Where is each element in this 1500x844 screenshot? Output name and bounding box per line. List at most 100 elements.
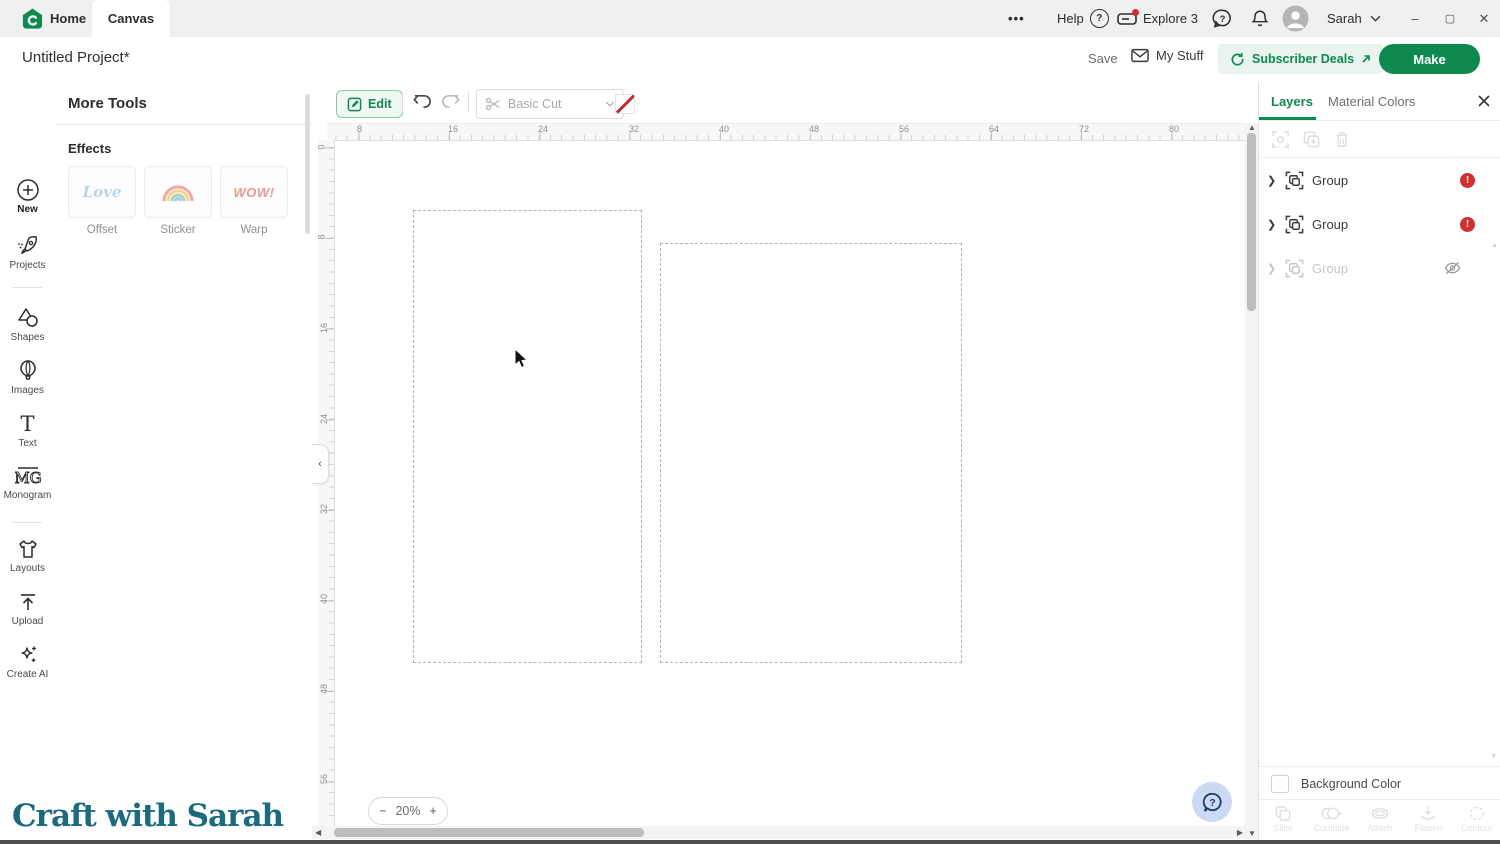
layer-actions [1259,121,1500,158]
duplicate-icon[interactable] [1303,131,1320,148]
list-scroll-up-arrow[interactable]: ▲ [1491,242,1498,249]
combine-button[interactable]: Combine [1307,800,1355,844]
expand-chevron-icon[interactable]: ❯ [1267,174,1277,187]
upload-arrow-icon [16,590,40,614]
sidebar-divider [13,287,42,288]
scroll-down-arrow[interactable]: ▼ [1248,829,1256,838]
vertical-scroll-thumb[interactable] [1247,133,1256,311]
layer-row-2[interactable]: ❯ Group ! [1259,202,1500,246]
canvas-tab[interactable]: Canvas [92,0,170,37]
help-menu[interactable]: Help ? [1057,0,1109,37]
svg-text:?: ? [1209,796,1215,808]
delete-icon[interactable] [1334,131,1350,148]
expand-chevron-icon[interactable]: ❯ [1267,218,1277,231]
panel-title: More Tools [55,82,312,125]
cricut-logo-icon[interactable] [21,7,44,30]
save-button[interactable]: Save [1088,51,1118,66]
list-scroll-down-arrow[interactable]: ▼ [1490,753,1497,760]
contour-button[interactable]: Contour [1453,800,1500,844]
maximize-button[interactable]: ▢ [1440,0,1460,37]
effects-section-title: Effects [55,125,312,166]
sidebar-item-layouts[interactable]: Layouts [0,537,55,574]
panel-scrollbar[interactable] [305,94,310,234]
layer-row-1[interactable]: ❯ Group ! [1259,158,1500,202]
sidebar-item-upload[interactable]: Upload [0,590,55,627]
effect-offset[interactable]: Love Offset [68,166,136,236]
color-swatch[interactable] [615,94,635,114]
subscriber-deals-button[interactable]: Subscriber Deals [1218,44,1383,74]
sidebar-item-create-ai[interactable]: Create AI [0,643,55,680]
mouse-cursor [514,348,530,370]
external-arrow-icon [1361,54,1371,64]
mat-boundary-2[interactable] [660,243,962,663]
close-panel-icon[interactable] [1477,82,1491,120]
effect-warp[interactable]: WOW! Warp [220,166,288,236]
warning-badge[interactable]: ! [1460,173,1475,188]
notifications-bell-icon[interactable] [1250,0,1270,37]
close-button[interactable]: ✕ [1474,0,1494,37]
help-question-icon: ? [1090,9,1109,28]
feedback-bubble-icon[interactable]: ? [1212,0,1233,37]
minimize-button[interactable]: – [1405,0,1425,37]
home-tab[interactable]: Home [50,0,86,37]
scroll-right-arrow[interactable]: ▶ [1237,828,1243,837]
slice-button[interactable]: Slice [1259,800,1307,844]
left-sidebar: New Projects Shapes Images T Text MG Mon… [0,82,56,844]
letter-t-icon: T [0,412,55,436]
project-title[interactable]: Untitled Project* [22,49,130,66]
svg-text:MG: MG [15,469,41,487]
undo-button[interactable] [412,92,433,111]
sidebar-item-projects[interactable]: Projects [0,234,55,271]
select-all-icon[interactable] [1272,131,1289,148]
vertical-scrollbar[interactable]: ▲ ▼ [1245,123,1258,839]
plus-circle-icon [16,178,40,202]
scroll-left-arrow[interactable]: ◀ [315,828,321,837]
balloon-icon [16,359,40,383]
background-color-checkbox[interactable] [1271,775,1289,793]
flatten-button[interactable]: Flatten [1404,800,1452,844]
attach-button[interactable]: Attach [1356,800,1404,844]
zoom-out-button[interactable]: − [379,804,386,818]
sidebar-item-text[interactable]: T Text [0,412,55,449]
tab-material-colors[interactable]: Material Colors [1328,82,1415,120]
redo-button[interactable] [440,92,461,111]
bottom-actions-toolbar: Slice Combine Attach Flatten Contour [1259,799,1500,844]
vertical-ruler: 0 8 16 24 32 40 48 56 [318,140,335,844]
horizontal-scrollbar[interactable]: ◀ ▶ [312,826,1246,839]
make-button[interactable]: Make [1379,44,1480,74]
mat-boundary-1[interactable] [413,210,642,663]
group-icon [1285,171,1304,190]
sidebar-item-new[interactable]: New [0,178,55,215]
layer-row-3[interactable]: ❯ Group [1259,246,1500,290]
attach-icon [1370,805,1390,822]
expand-chevron-icon[interactable]: ❯ [1267,262,1277,275]
help-fab-button[interactable]: ? [1192,782,1232,822]
edit-button[interactable]: Edit [336,90,403,118]
contour-icon [1468,805,1486,822]
linetype-dropdown[interactable]: Basic Cut [476,89,624,119]
my-stuff-button[interactable]: My Stuff [1131,48,1203,63]
scroll-up-arrow[interactable]: ▲ [1248,123,1256,132]
sparkles-icon [16,643,40,667]
sidebar-item-monogram[interactable]: MG Monogram [0,464,55,501]
layers-tabs: Layers Material Colors [1259,82,1500,121]
explore-machines-button[interactable]: Explore 3 [1117,0,1198,37]
notification-dot [1132,9,1139,16]
slice-icon [1274,805,1292,822]
user-menu[interactable]: Sarah [1327,0,1381,37]
user-avatar[interactable] [1282,0,1309,37]
toolbar-divider [468,93,469,112]
panel-collapse-button[interactable]: ‹ [312,444,329,484]
sidebar-item-images[interactable]: Images [0,359,55,396]
hidden-eye-icon[interactable] [1444,261,1461,275]
sidebar-divider [13,522,42,523]
effect-sticker[interactable]: Sticker [144,166,212,236]
sidebar-item-shapes[interactable]: Shapes [0,306,55,343]
canvas-toolbar: Edit Basic Cut [312,82,1258,123]
horizontal-scroll-thumb[interactable] [334,828,644,837]
tab-layers[interactable]: Layers [1271,82,1313,120]
overflow-menu-button[interactable]: ••• [1008,0,1025,37]
zoom-in-button[interactable]: + [430,804,437,818]
warning-badge[interactable]: ! [1460,217,1475,232]
refresh-icon [1230,52,1245,67]
